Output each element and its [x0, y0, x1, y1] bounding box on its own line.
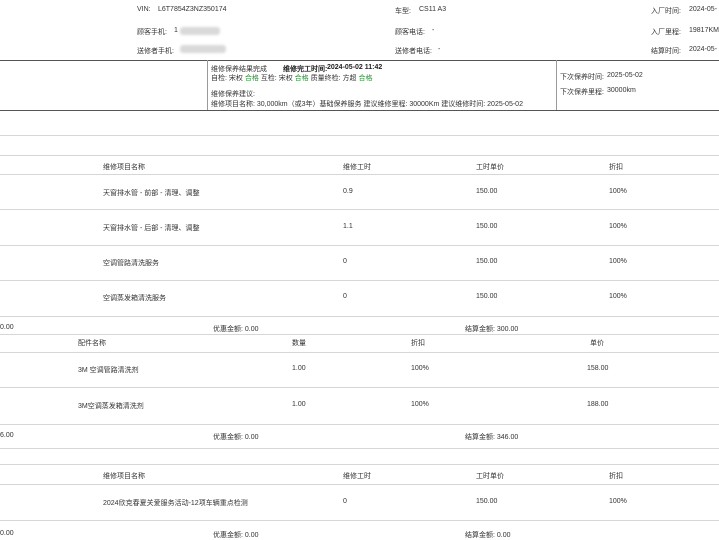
customer-tel-value: - [432, 27, 435, 34]
labor-summary-discount: 优惠金额: 0.00 [213, 326, 259, 333]
activity-summary-total: 0.00 [0, 530, 14, 537]
parts-header-name: 配件名称 [78, 340, 106, 347]
quality-check-label: 质量终检: [310, 75, 341, 82]
next-time-label: 下次保养时间: [560, 74, 604, 81]
labor-item-price: 150.00 [476, 223, 498, 230]
labor-item-name: 空调管路清洗服务 [103, 260, 159, 267]
parts-summary-total: 6.00 [0, 432, 14, 439]
parts-item-price: 188.00 [587, 401, 609, 408]
activity-item-discount: 100% [609, 498, 627, 505]
parts-item-discount: 100% [411, 401, 429, 408]
activity-header-hours: 维修工时 [343, 473, 371, 480]
parts-item-price: 158.00 [587, 365, 609, 372]
sender-tel-label: 送修者电话: [395, 48, 432, 55]
mutual-check-label: 互检: [260, 75, 277, 82]
sender-tel-value: - [438, 46, 441, 53]
vin-value: L6T7854Z3NZ350174 [158, 6, 227, 13]
mutual-check-status: 合格 [294, 75, 309, 82]
mutual-check-by: 宋权 [278, 75, 293, 82]
quality-check-status: 合格 [358, 75, 373, 82]
labor-summary-settle: 结算金额: 300.00 [465, 326, 519, 333]
project-line: 维修项目名称: 30,000km（或3年）基础保养服务 建议维修里程: 3000… [211, 101, 523, 108]
self-check-label: 自检: [211, 75, 227, 82]
entry-time-label: 入厂时间: [651, 8, 681, 15]
activity-summary-discount: 优惠金额: 0.00 [213, 532, 259, 539]
customer-phone-label: 顾客手机: [137, 29, 167, 36]
labor-header-price: 工时单价 [476, 164, 504, 171]
self-check-by: 宋权 [228, 75, 243, 82]
vin-label: VIN: [137, 6, 151, 13]
self-check-status: 合格 [244, 75, 259, 82]
labor-item-discount: 100% [609, 293, 627, 300]
settle-time-label: 结算时间: [651, 48, 681, 55]
labor-item-name: 天窗排水管 - 后部 - 清理、调整 [103, 225, 200, 232]
quality-check-by: 方超 [342, 75, 357, 82]
parts-item-discount: 100% [411, 365, 429, 372]
parts-header-qty: 数量 [292, 340, 306, 347]
parts-item-qty: 1.00 [292, 401, 306, 408]
model-value: CS11 A3 [419, 6, 447, 13]
activity-summary-settle: 结算金额: 0.00 [465, 532, 511, 539]
labor-item-discount: 100% [609, 223, 627, 230]
labor-item-hours: 1.1 [343, 223, 353, 230]
labor-item-name: 天窗排水管 - 前部 - 清理、调整 [103, 190, 200, 197]
mileage-value: 19817KM [689, 27, 719, 34]
customer-phone-value: 1 [174, 27, 178, 34]
finish-time-value: 2024-05-02 11:42 [327, 64, 383, 71]
next-mileage-label: 下次保养里程: [560, 89, 604, 96]
labor-item-hours: 0.9 [343, 188, 353, 195]
activity-header-name: 维修项目名称 [103, 473, 145, 480]
entry-time-value: 2024-05- [689, 6, 718, 13]
next-mileage-value: 30000km [607, 87, 636, 94]
sender-phone-label: 送修者手机: [137, 48, 174, 55]
parts-summary-discount: 优惠金额: 0.00 [213, 434, 259, 441]
activity-item-price: 150.00 [476, 498, 498, 505]
labor-header-name: 维修项目名称 [103, 164, 145, 171]
activity-item-hours: 0 [343, 498, 347, 505]
advice-label: 维修保养建议: [211, 91, 255, 98]
labor-item-price: 150.00 [476, 293, 498, 300]
parts-item-name: 3M 空调管路清洗剂 [78, 367, 139, 374]
settle-time-value: 2024-05- [689, 46, 718, 53]
labor-item-price: 150.00 [476, 258, 498, 265]
parts-header-price: 单价 [590, 340, 604, 347]
labor-header-hours: 维修工时 [343, 164, 371, 171]
inspection-line: 自检: 宋权 合格 互检: 宋权 合格 质量终检: 方超 合格 [211, 73, 372, 83]
activity-item-name: 2024欣克春夏关爱服务活动-12项车辆重点检测 [103, 500, 248, 507]
labor-item-name: 空调蒸发箱清洗服务 [103, 295, 166, 302]
parts-header-discount: 折扣 [411, 340, 425, 347]
customer-tel-label: 顾客电话: [395, 29, 425, 36]
labor-header-discount: 折扣 [609, 164, 623, 171]
redacted-sender-mask [180, 45, 226, 53]
activity-header-discount: 折扣 [609, 473, 623, 480]
labor-item-discount: 100% [609, 188, 627, 195]
labor-item-discount: 100% [609, 258, 627, 265]
labor-summary-total: 0.00 [0, 324, 14, 331]
parts-item-qty: 1.00 [292, 365, 306, 372]
labor-item-price: 150.00 [476, 188, 498, 195]
labor-item-hours: 0 [343, 293, 347, 300]
model-label: 车型: [395, 8, 411, 15]
mileage-label: 入厂里程: [651, 29, 681, 36]
next-time-value: 2025-05-02 [607, 72, 643, 79]
parts-item-name: 3M空调蒸发箱清洗剂 [78, 403, 144, 410]
redacted-phone-mask [180, 27, 220, 35]
parts-summary-settle: 结算金额: 346.00 [465, 434, 519, 441]
activity-header-price: 工时单价 [476, 473, 504, 480]
labor-item-hours: 0 [343, 258, 347, 265]
